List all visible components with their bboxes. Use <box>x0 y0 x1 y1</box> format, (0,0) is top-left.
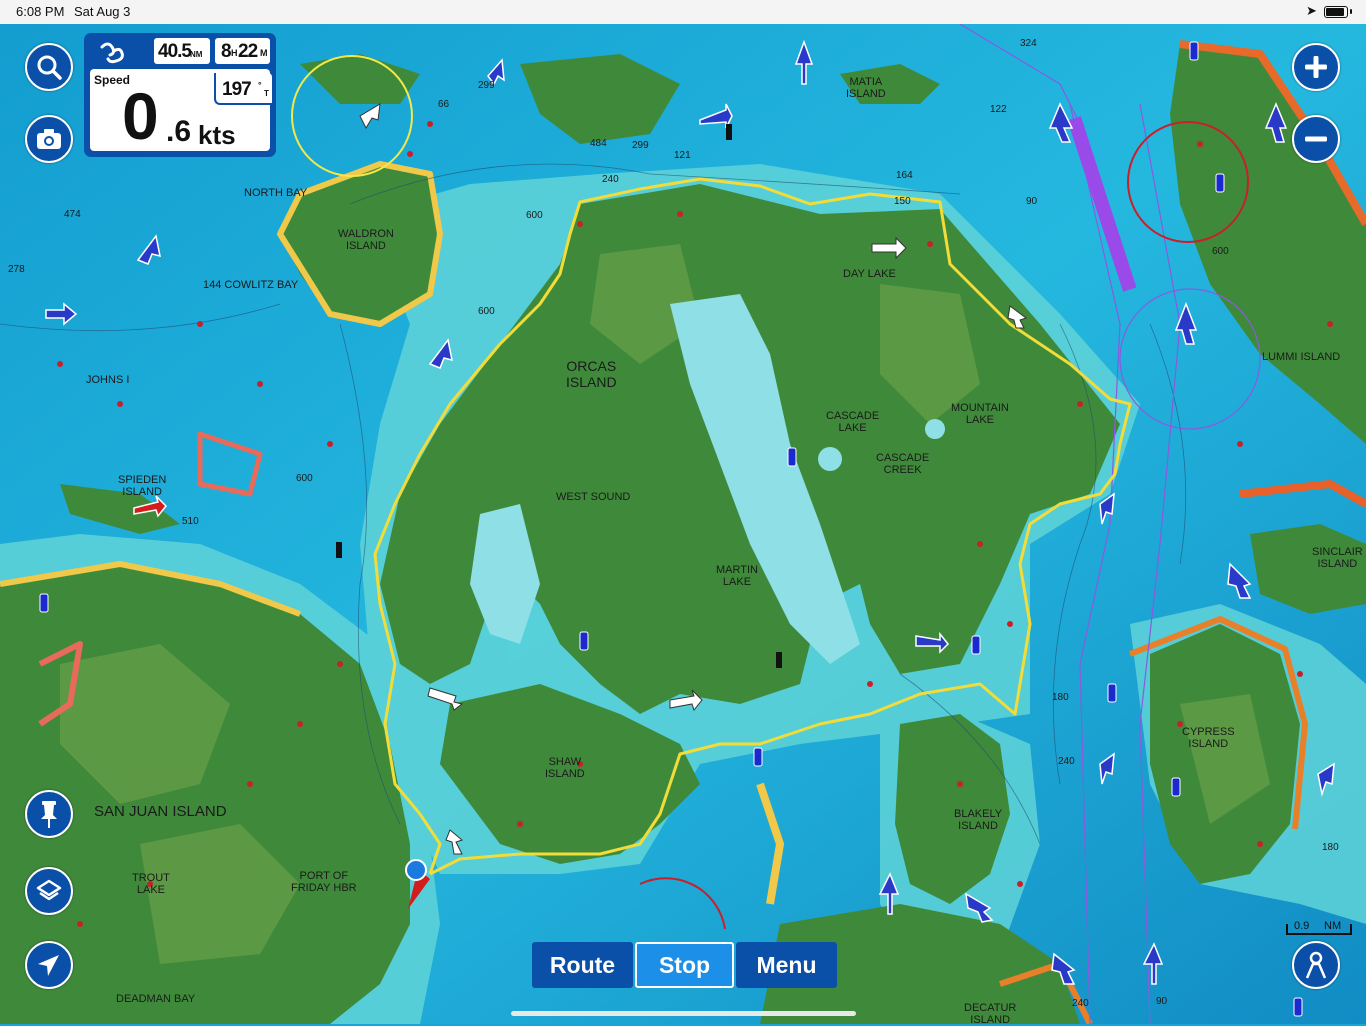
depth-sounding: 324 <box>1020 38 1037 49</box>
label-cascade-lake: CASCADE LAKE <box>826 410 880 434</box>
label-san-juan-island: SAN JUAN ISLAND <box>94 803 227 820</box>
label-trout-lake: TROUT LAKE <box>132 872 170 896</box>
time-hours-unit: H <box>231 48 238 58</box>
label-blakely-island: BLAKELY ISLAND <box>954 808 1003 832</box>
label-johns-island: JOHNS I <box>86 374 130 386</box>
search-button[interactable] <box>25 43 73 91</box>
location-arrow-icon: ➤ <box>1306 3 1317 18</box>
depth-sounding: 240 <box>1058 756 1075 767</box>
depth-sounding: 600 <box>296 473 313 484</box>
label-deadman-bay: DEADMAN BAY <box>116 993 196 1005</box>
pin-icon <box>41 801 57 828</box>
label-orcas-island: ORCAS ISLAND <box>566 358 617 390</box>
map-scale: 0.9 NM <box>1286 920 1352 935</box>
battery-cap <box>1350 9 1352 14</box>
depth-sounding: 299 <box>632 140 649 151</box>
layers-icon <box>36 879 62 901</box>
depth-sounding: 66 <box>438 99 450 110</box>
home-indicator[interactable] <box>511 1011 856 1016</box>
depth-sounding: 474 <box>64 209 81 220</box>
label-waldron-island: WALDRON ISLAND <box>338 228 394 252</box>
label-port-of-friday-harbor: PORT OF FRIDAY HBR <box>291 870 357 894</box>
depth-sounding: 240 <box>602 174 619 185</box>
depth-sounding: 150 <box>894 196 911 207</box>
depth-sounding: 240 <box>1072 998 1089 1009</box>
depth-sounding: 90 <box>1156 996 1168 1007</box>
time-minutes-unit: M <box>260 48 268 58</box>
label-sinclair-island: SINCLAIR ISLAND <box>1312 546 1363 570</box>
heading-value: 197 <box>222 79 252 100</box>
distance-unit: NM <box>190 50 203 59</box>
speed-integer: 0 <box>122 79 159 153</box>
locate-button[interactable] <box>25 941 73 989</box>
zoom-out-button[interactable] <box>1292 115 1340 163</box>
stop-button[interactable]: Stop <box>635 942 734 988</box>
depth-sounding: 180 <box>1322 842 1339 853</box>
label-mountain-lake: MOUNTAIN LAKE <box>951 402 1009 426</box>
label-cowlitz-bay: 144 COWLITZ BAY <box>203 279 299 291</box>
status-bar: 6:08 PM Sat Aug 3 ➤ <box>0 0 1366 24</box>
depth-sounding: 600 <box>526 210 543 221</box>
label-shaw-island: SHAW ISLAND <box>545 756 585 780</box>
camera-icon <box>37 129 61 149</box>
person-icon <box>1305 951 1327 979</box>
label-matia-island: MATIA ISLAND <box>846 76 886 100</box>
nautical-chart-map[interactable]: ORCAS ISLAND SAN JUAN ISLAND NORTH BAY W… <box>0 24 1366 1026</box>
speed-unit: kts <box>198 120 236 150</box>
scale-unit: NM <box>1324 920 1342 932</box>
layers-button[interactable] <box>25 867 73 915</box>
status-date: Sat Aug 3 <box>74 4 131 19</box>
depth-sounding: 90 <box>1026 196 1038 207</box>
depth-sounding: 484 <box>590 138 607 149</box>
depth-sounding: 278 <box>8 264 25 275</box>
menu-button[interactable]: Menu <box>736 942 837 988</box>
label-north-bay: NORTH BAY <box>244 187 308 199</box>
route-button[interactable]: Route <box>532 942 633 988</box>
status-time: 6:08 PM <box>16 4 65 19</box>
depth-sounding: 121 <box>674 150 691 161</box>
scale-value: 0.9 <box>1294 920 1310 932</box>
label-martin-lake: MARTIN LAKE <box>716 564 758 588</box>
plus-icon <box>1305 56 1327 78</box>
account-button[interactable] <box>1292 941 1340 989</box>
time-hours: 8 <box>221 41 232 62</box>
label-spieden-island: SPIEDEN ISLAND <box>118 474 167 498</box>
label-west-sound: WEST SOUND <box>556 491 631 503</box>
navigation-arrow-icon <box>38 955 59 976</box>
battery-icon <box>1324 6 1348 18</box>
label-decatur-island: DECATUR ISLAND <box>964 1002 1017 1026</box>
minus-icon <box>1305 136 1327 142</box>
zoom-in-button[interactable] <box>1292 43 1340 91</box>
bottom-toolbar: Route Stop Menu <box>532 942 839 988</box>
speed-decimal: .6 <box>166 115 192 148</box>
drop-pin-button[interactable] <box>25 790 73 838</box>
heading-degree: ° <box>258 80 262 90</box>
label-cypress-island: CYPRESS ISLAND <box>1182 726 1235 750</box>
depth-sounding: 164 <box>896 170 913 181</box>
camera-button[interactable] <box>25 115 73 163</box>
nav-dashboard[interactable]: 40.5 NM 8 H 22 M Speed 0 .6 kts 197 ° T <box>84 33 276 157</box>
label-day-lake: DAY LAKE <box>843 268 896 280</box>
navionics-logo-icon <box>100 42 124 64</box>
depth-sounding: 600 <box>1212 246 1229 257</box>
label-cascade-creek: CASCADE CREEK <box>876 452 930 476</box>
search-icon <box>37 55 62 80</box>
heading-reference: T <box>264 89 269 98</box>
depth-sounding: 180 <box>1052 692 1069 703</box>
depth-sounding: 510 <box>182 516 199 527</box>
time-minutes: 22 <box>238 41 258 62</box>
depth-sounding: 299 <box>478 80 495 91</box>
depth-sounding: 600 <box>478 306 495 317</box>
label-lummi-island: LUMMI ISLAND <box>1262 351 1341 363</box>
depth-sounding: 122 <box>990 104 1007 115</box>
distance-value: 40.5 <box>158 41 192 62</box>
chart-graphics[interactable] <box>0 24 1366 1024</box>
